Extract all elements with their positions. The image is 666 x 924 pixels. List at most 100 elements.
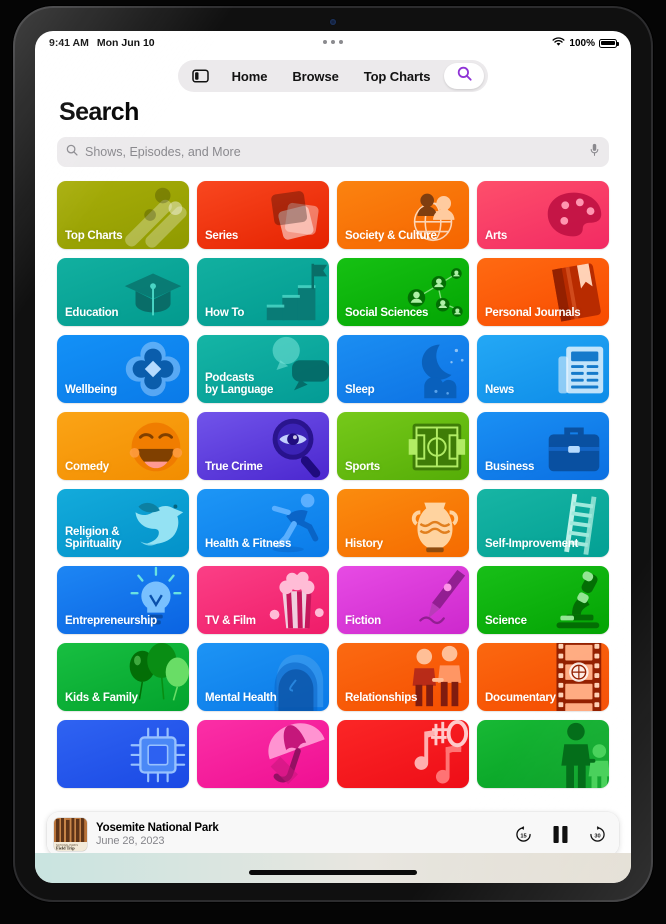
nav-item-home[interactable]: Home <box>221 63 279 90</box>
category-tile[interactable]: Kids & Family <box>57 643 189 711</box>
search-input[interactable] <box>85 145 582 159</box>
category-tile[interactable]: Fiction <box>337 566 469 634</box>
page-content: Search Top Charts Series Society & Culture… <box>35 98 631 788</box>
category-tile-label: Self-Improvement <box>485 538 579 551</box>
search-icon <box>66 143 78 161</box>
category-tile[interactable] <box>337 720 469 788</box>
category-tile[interactable]: Sports <box>337 412 469 480</box>
category-tile-label: Series <box>205 230 239 243</box>
navigation-bar: Home Browse Top Charts <box>35 55 631 97</box>
battery-icon <box>599 38 619 48</box>
nav-search-button[interactable] <box>444 63 485 89</box>
category-tile-label: Mental Health <box>205 692 277 705</box>
category-tile[interactable]: Comedy <box>57 412 189 480</box>
multitasking-handle[interactable] <box>323 40 343 44</box>
category-tile[interactable]: Documentary <box>477 643 609 711</box>
bottom-wash <box>35 853 631 883</box>
category-tile-label: Podcasts by Language <box>205 371 274 397</box>
category-tile-label: Comedy <box>65 461 109 474</box>
skip-back-15-icon[interactable]: 15 <box>514 825 533 844</box>
category-tile[interactable]: Personal Journals <box>477 258 609 326</box>
category-tile-label: Sleep <box>345 384 375 397</box>
category-tile-label: Documentary <box>485 692 556 705</box>
category-tile-label: Top Charts <box>65 230 123 243</box>
category-tile-label: News <box>485 384 515 397</box>
category-tile[interactable]: TV & Film <box>197 566 329 634</box>
screen: 9:41 AM Mon Jun 10 100% Home Browse Top … <box>35 31 631 883</box>
player-controls: 15 30 <box>514 825 607 844</box>
category-tile[interactable]: Relationships <box>337 643 469 711</box>
search-field[interactable] <box>57 137 609 167</box>
category-tile-label: Religion & Spirituality <box>65 525 122 551</box>
microchip-icon <box>130 727 186 783</box>
category-tile-label: How To <box>205 307 245 320</box>
category-tile-label: Education <box>65 307 119 320</box>
now-playing-title: Yosemite National Park <box>96 821 219 834</box>
nav-item-browse[interactable]: Browse <box>281 63 349 90</box>
category-tile[interactable]: Podcasts by Language <box>197 335 329 403</box>
category-tile[interactable]: Science <box>477 566 609 634</box>
umbrella-icon <box>268 723 325 785</box>
category-tile-label: Business <box>485 461 535 474</box>
category-tile[interactable]: Social Sciences <box>337 258 469 326</box>
page-title: Search <box>59 98 139 126</box>
front-camera <box>330 19 336 25</box>
category-tile-label: Arts <box>485 230 508 243</box>
ipad-device: 9:41 AM Mon Jun 10 100% Home Browse Top … <box>0 0 666 924</box>
category-tile-label: Fiction <box>345 615 381 628</box>
category-tile[interactable]: Society & Culture <box>337 181 469 249</box>
status-bar-left: 9:41 AM Mon Jun 10 <box>49 37 155 49</box>
category-tile[interactable]: Series <box>197 181 329 249</box>
microphone-icon[interactable] <box>589 143 600 162</box>
category-tile[interactable] <box>57 720 189 788</box>
category-tile[interactable]: Health & Fitness <box>197 489 329 557</box>
search-icon <box>457 66 472 86</box>
home-indicator[interactable] <box>249 870 417 875</box>
category-tile[interactable]: Wellbeing <box>57 335 189 403</box>
category-tile[interactable]: Sleep <box>337 335 469 403</box>
category-tile[interactable] <box>477 720 609 788</box>
category-tile[interactable]: Arts <box>477 181 609 249</box>
category-tile[interactable]: History <box>337 489 469 557</box>
category-tile[interactable] <box>197 720 329 788</box>
skip-forward-30-icon[interactable]: 30 <box>588 825 607 844</box>
pause-button[interactable] <box>552 825 569 844</box>
parent-child-icon <box>561 722 609 788</box>
category-tile-label: Health & Fitness <box>205 538 292 551</box>
nav-item-top-charts[interactable]: Top Charts <box>353 63 442 90</box>
svg-text:30: 30 <box>594 833 600 839</box>
sidebar-toggle-icon[interactable] <box>188 63 214 89</box>
category-tile[interactable]: News <box>477 335 609 403</box>
category-tile[interactable]: True Crime <box>197 412 329 480</box>
category-tile-label: Social Sciences <box>345 307 429 320</box>
nav-pill: Home Browse Top Charts <box>177 60 489 92</box>
podcast-artwork-field-trip[interactable]: NATIONAL PARKS Field Trip <box>54 817 87 851</box>
wifi-icon <box>552 36 565 50</box>
svg-text:Field Trip: Field Trip <box>56 845 75 850</box>
category-tile[interactable]: How To <box>197 258 329 326</box>
now-playing-subtitle: June 28, 2023 <box>96 834 165 847</box>
category-tile-label: TV & Film <box>205 615 256 628</box>
category-tile[interactable]: Entrepreneurship <box>57 566 189 634</box>
category-tile-label: Society & Culture <box>345 230 437 243</box>
category-tile-label: Personal Journals <box>485 307 581 320</box>
category-grid: Top Charts Series Society & Culture Arts Edu… <box>57 181 609 788</box>
category-tile[interactable]: Self-Improvement <box>477 489 609 557</box>
now-playing-meta: Yosemite National Park June 28, 2023 <box>96 822 505 847</box>
music-notes-icon <box>414 720 469 784</box>
category-tile[interactable]: Education <box>57 258 189 326</box>
category-tile-label: True Crime <box>205 461 263 474</box>
now-playing-bar[interactable]: NATIONAL PARKS Field Trip Yosemite Natio… <box>47 812 619 856</box>
category-tile-label: Relationships <box>345 692 418 705</box>
status-bar: 9:41 AM Mon Jun 10 100% <box>35 31 631 55</box>
category-tile-label: History <box>345 538 383 551</box>
category-tile[interactable]: Mental Health <box>197 643 329 711</box>
category-tile-label: Wellbeing <box>65 384 117 397</box>
category-tile[interactable]: Top Charts <box>57 181 189 249</box>
category-tile[interactable]: Religion & Spirituality <box>57 489 189 557</box>
category-tile-label: Kids & Family <box>65 692 138 705</box>
status-time: 9:41 AM <box>49 37 89 49</box>
status-bar-right: 100% <box>552 36 619 50</box>
category-tile[interactable]: Business <box>477 412 609 480</box>
category-tile-label: Sports <box>345 461 380 474</box>
